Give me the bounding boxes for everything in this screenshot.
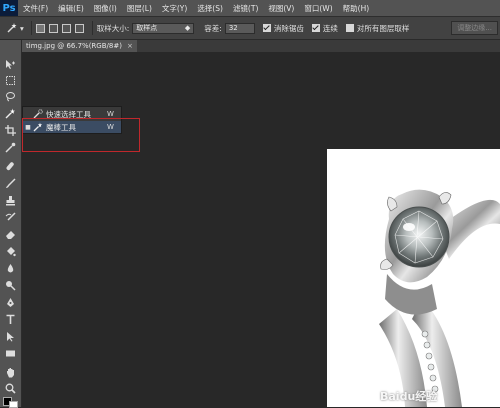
menu-view[interactable]: 视图(V) <box>263 3 299 14</box>
type-tool-icon[interactable] <box>3 313 18 326</box>
preset-dropdown-icon[interactable]: ▾ <box>20 24 24 33</box>
add-to-selection-icon[interactable] <box>48 23 58 33</box>
dodge-tool-icon[interactable] <box>3 279 18 292</box>
crop-tool-icon[interactable] <box>3 124 18 137</box>
photoshop-logo: Ps <box>0 0 18 16</box>
menu-window[interactable]: 窗口(W) <box>299 3 337 14</box>
chevron-down-icon: ◆ <box>184 24 191 32</box>
tolerance-label: 容差: <box>204 23 222 33</box>
pen-tool-icon[interactable] <box>3 296 18 309</box>
hand-tool-icon[interactable] <box>3 366 18 379</box>
new-selection-icon[interactable] <box>35 23 45 33</box>
close-icon[interactable]: × <box>127 42 133 50</box>
contiguous-checkbox[interactable] <box>311 24 320 32</box>
history-brush-tool-icon[interactable] <box>3 211 18 224</box>
document-tab[interactable]: timg.jpg @ 66.7%(RGB/8#) × <box>22 40 137 52</box>
options-bar: ▾ 取样大小: 取样点 ◆ 容差: 32 消除锯齿 连续 对所有图层取样 调整边… <box>0 16 500 40</box>
quick-selection-shortcut: W <box>107 110 114 118</box>
document-tab-bar: timg.jpg @ 66.7%(RGB/8#) × <box>22 40 500 52</box>
watermark: Baidu经验 <box>380 390 438 403</box>
brush-tool-icon[interactable] <box>3 177 18 190</box>
marquee-tool-icon[interactable] <box>3 74 18 87</box>
sample-size-label: 取样大小: <box>96 23 130 33</box>
anti-alias-label: 消除锯齿 <box>273 23 304 33</box>
sample-size-select[interactable]: 取样点 ◆ <box>132 22 195 34</box>
eyedropper-tool-icon[interactable] <box>3 141 18 154</box>
paint-bucket-tool-icon[interactable] <box>3 245 18 258</box>
menu-file[interactable]: 文件(F) <box>18 3 53 14</box>
refine-edge-button[interactable]: 调整边缘... <box>451 21 498 35</box>
clone-stamp-tool-icon[interactable] <box>3 194 18 207</box>
tools-panel <box>0 40 22 408</box>
divider <box>30 21 32 35</box>
lasso-tool-icon[interactable] <box>3 90 18 103</box>
ring-image <box>327 149 500 407</box>
zoom-tool-icon[interactable] <box>3 382 18 395</box>
sample-all-layers-label: 对所有图层取样 <box>356 23 410 33</box>
path-selection-tool-icon[interactable] <box>3 330 18 343</box>
menu-edit[interactable]: 编辑(E) <box>53 3 89 14</box>
blur-tool-icon[interactable] <box>3 262 18 275</box>
divider <box>91 21 93 35</box>
menu-bar: Ps 文件(F) 编辑(E) 图像(I) 图层(L) 文字(Y) 选择(S) 滤… <box>0 0 500 16</box>
anti-alias-checkbox[interactable] <box>262 24 271 32</box>
magic-wand-tool-icon[interactable] <box>3 107 18 120</box>
menu-image[interactable]: 图像(I) <box>89 3 122 14</box>
intersect-selection-icon[interactable] <box>74 23 84 33</box>
contiguous-label: 连续 <box>322 23 338 33</box>
move-tool-icon[interactable] <box>3 58 18 71</box>
sample-size-value: 取样点 <box>136 24 158 32</box>
document-tab-title: timg.jpg @ 66.7%(RGB/8#) <box>26 42 122 50</box>
menu-type[interactable]: 文字(Y) <box>157 3 192 14</box>
healing-brush-tool-icon[interactable] <box>3 160 18 173</box>
menu-select[interactable]: 选择(S) <box>192 3 228 14</box>
sample-all-layers-checkbox[interactable] <box>345 24 354 32</box>
menu-help[interactable]: 帮助(H) <box>338 3 375 14</box>
highlight-annotation-box <box>22 118 140 152</box>
rectangle-tool-icon[interactable] <box>3 347 18 360</box>
eraser-tool-icon[interactable] <box>3 228 18 241</box>
magic-wand-preset-icon[interactable] <box>6 22 18 34</box>
tolerance-input[interactable]: 32 <box>224 22 255 34</box>
menu-layer[interactable]: 图层(L) <box>122 3 157 14</box>
subtract-from-selection-icon[interactable] <box>61 23 71 33</box>
menu-filter[interactable]: 滤镜(T) <box>228 3 263 14</box>
